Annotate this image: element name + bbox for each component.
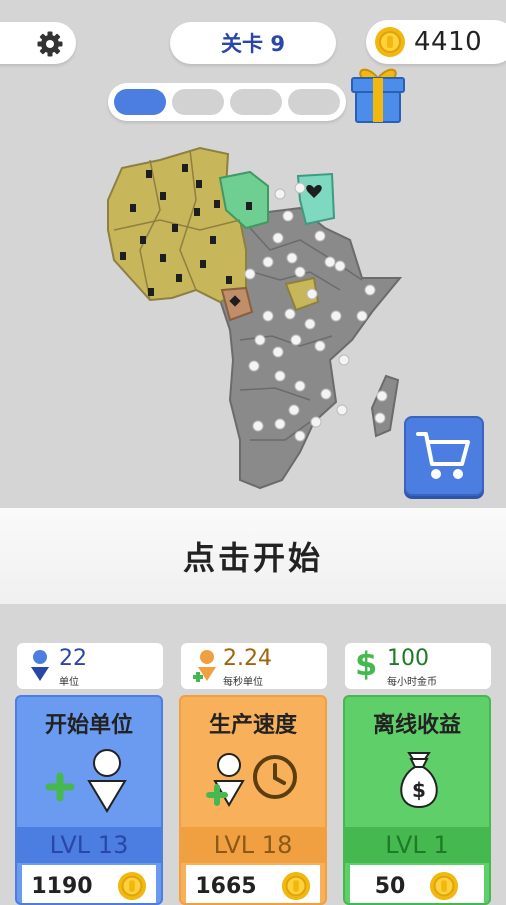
level-indicator: 关卡 9 bbox=[170, 22, 336, 64]
tap-to-start-banner[interactable]: 点击开始 bbox=[0, 508, 506, 604]
stage-progress-bar bbox=[108, 83, 346, 121]
stat-units: 22 单位 bbox=[17, 643, 163, 689]
africa-map[interactable] bbox=[100, 140, 410, 490]
money-bag-icon: $ bbox=[400, 752, 438, 809]
coin-icon bbox=[430, 871, 459, 901]
card-level: LVL 1 bbox=[345, 827, 489, 863]
territory-madagascar[interactable] bbox=[370, 374, 400, 438]
cost-amount: 1665 bbox=[195, 873, 257, 899]
upgrade-cost: 1665 bbox=[186, 865, 320, 903]
upgrade-cost: 50 bbox=[350, 865, 484, 903]
stat-income-label: 每小时金币 bbox=[387, 677, 437, 688]
progress-segment bbox=[288, 89, 340, 115]
stat-income: $ 100 每小时金币 bbox=[345, 643, 491, 689]
progress-segment bbox=[230, 89, 282, 115]
card-title: 离线收益 bbox=[372, 713, 461, 738]
card-title: 生产速度 bbox=[208, 713, 297, 738]
gift-icon[interactable] bbox=[348, 64, 408, 126]
svg-text:$: $ bbox=[412, 778, 426, 802]
unit-plus-icon bbox=[193, 650, 216, 682]
upgrade-card-offline-income[interactable]: 离线收益 $ LVL 1 50 bbox=[343, 695, 491, 905]
stat-speed-value: 2.24 bbox=[223, 646, 272, 671]
stat-speed: 2.24 每秒单位 bbox=[181, 643, 327, 689]
upgrade-card-start-units[interactable]: 开始单位 LVL 13 1190 bbox=[15, 695, 163, 905]
upgrade-card-production-speed[interactable]: 生产速度 LVL 18 1665 bbox=[179, 695, 327, 905]
progress-segment bbox=[172, 89, 224, 115]
coin-icon bbox=[281, 871, 310, 901]
stat-units-label: 单位 bbox=[59, 677, 79, 688]
stat-units-value: 22 bbox=[59, 646, 87, 671]
progress-segment bbox=[114, 89, 166, 115]
stat-speed-label: 每秒单位 bbox=[223, 677, 263, 688]
gear-icon bbox=[37, 31, 63, 57]
speed-clock-icon bbox=[206, 753, 297, 807]
coin-amount: 4410 bbox=[414, 27, 483, 57]
coin-icon bbox=[375, 27, 405, 57]
shop-button[interactable] bbox=[404, 416, 484, 496]
tap-to-start-text: 点击开始 bbox=[182, 539, 323, 577]
stat-income-value: 100 bbox=[387, 646, 429, 671]
dollar-icon: $ bbox=[355, 645, 378, 683]
coin-icon bbox=[117, 871, 146, 901]
add-unit-icon bbox=[45, 749, 127, 813]
coin-counter: 4410 bbox=[366, 20, 506, 64]
card-level: LVL 13 bbox=[17, 827, 161, 863]
cost-amount: 50 bbox=[374, 873, 406, 899]
level-label: 关卡 9 bbox=[221, 32, 285, 56]
territory-teal[interactable] bbox=[296, 172, 336, 226]
cost-amount: 1190 bbox=[31, 873, 93, 899]
upgrade-cost: 1190 bbox=[22, 865, 156, 903]
unit-icon bbox=[31, 650, 49, 681]
settings-button[interactable] bbox=[0, 22, 76, 64]
card-title: 开始单位 bbox=[44, 713, 133, 738]
cart-icon bbox=[416, 432, 470, 479]
card-level: LVL 18 bbox=[181, 827, 325, 863]
